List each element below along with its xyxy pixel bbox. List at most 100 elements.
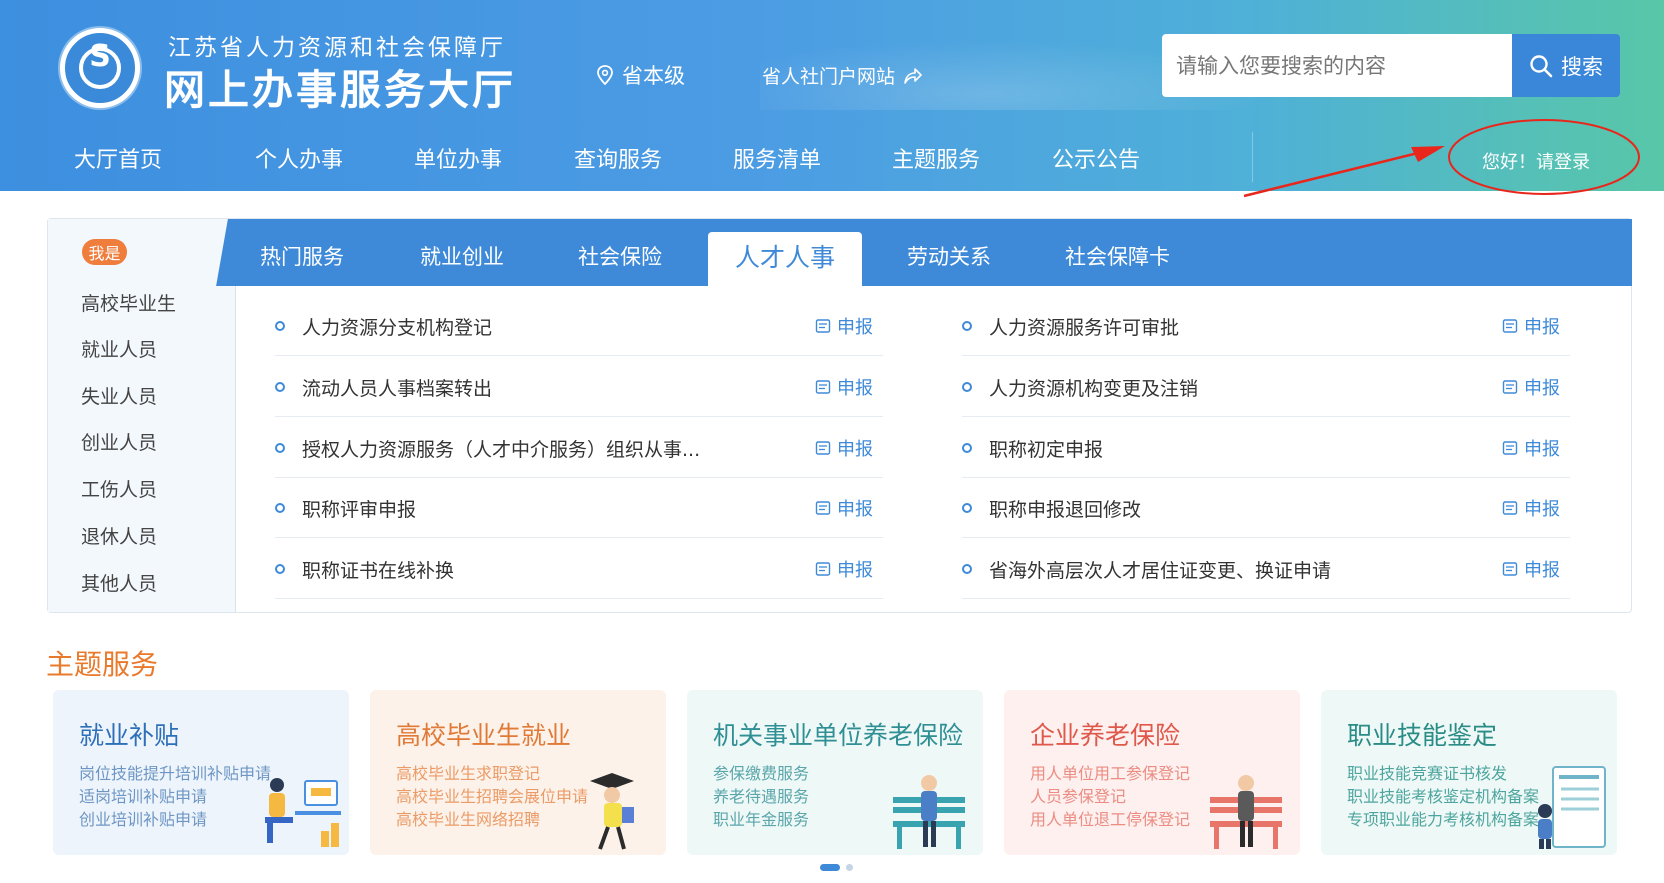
theme-card-institution-pension[interactable]: 机关事业单位养老保险 参保缴费服务 养老待遇服务 职业年金服务: [687, 690, 983, 855]
carousel-dot[interactable]: [846, 864, 853, 871]
elderly-bench-illustration-icon: [1210, 775, 1282, 849]
card-link[interactable]: 专项职业能力考核机构备案: [1347, 806, 1539, 830]
card-title: 企业养老保险: [1030, 721, 1181, 750]
card-link[interactable]: 创业培训补贴申请: [79, 806, 207, 830]
tab-hot-services[interactable]: 热门服务: [260, 241, 344, 271]
service-name[interactable]: 流动人员人事档案转出: [302, 374, 492, 401]
theme-card-employment-subsidy[interactable]: 就业补贴 岗位技能提升培训补贴申请 适岗培训补贴申请 创业培训补贴申请: [53, 690, 349, 855]
card-link[interactable]: 适岗培训补贴申请: [79, 783, 207, 807]
card-link[interactable]: 高校毕业生网络招聘: [396, 806, 540, 830]
card-link[interactable]: 养老待遇服务: [713, 783, 809, 807]
apply-button[interactable]: 申报: [815, 313, 873, 339]
service-name[interactable]: 职称初定申报: [989, 435, 1103, 462]
apply-label: 申报: [1524, 499, 1560, 520]
site-title[interactable]: 网上办事服务大厅: [164, 56, 516, 116]
apply-button[interactable]: 申报: [1502, 313, 1560, 339]
search-icon: [1530, 54, 1553, 77]
bullet-icon: [275, 382, 285, 392]
nav-item-query[interactable]: 查询服务: [574, 142, 662, 174]
persona-item-employed[interactable]: 就业人员: [81, 335, 157, 362]
service-name[interactable]: 职称评审申报: [302, 495, 416, 522]
apply-label: 申报: [837, 439, 873, 460]
theme-card-skill-appraisal[interactable]: 职业技能鉴定 职业技能竞赛证书核发 职业技能考核鉴定机构备案 专项职业能力考核机…: [1321, 690, 1617, 855]
bullet-icon: [962, 443, 972, 453]
desk-worker-illustration-icon: [265, 778, 341, 847]
graduate-illustration-icon: [590, 773, 634, 850]
nav-item-announcements[interactable]: 公示公告: [1052, 142, 1140, 174]
apply-button[interactable]: 申报: [1502, 374, 1560, 400]
search-button-label: 搜索: [1561, 54, 1603, 79]
bullet-icon: [275, 321, 285, 331]
card-link[interactable]: 用人单位退工停保登记: [1030, 806, 1190, 830]
form-icon: [1502, 441, 1518, 455]
card-link[interactable]: 职业年金服务: [713, 806, 809, 830]
nav-item-organization[interactable]: 单位办事: [414, 142, 502, 174]
apply-button[interactable]: 申报: [1502, 495, 1560, 521]
form-icon: [1502, 319, 1518, 333]
apply-button[interactable]: 申报: [815, 435, 873, 461]
persona-item-graduate[interactable]: 高校毕业生: [81, 289, 176, 316]
tab-labor-relations[interactable]: 劳动关系: [907, 241, 991, 271]
persona-item-retired[interactable]: 退休人员: [81, 522, 157, 549]
service-name[interactable]: 省海外高层次人才居住证变更、换证申请: [989, 556, 1331, 583]
card-link[interactable]: 参保缴费服务: [713, 760, 809, 784]
nav-item-theme[interactable]: 主题服务: [892, 142, 980, 174]
apply-button[interactable]: 申报: [1502, 556, 1560, 582]
tab-talent-personnel[interactable]: 人才人事: [708, 232, 862, 286]
theme-card-enterprise-pension[interactable]: 企业养老保险 用人单位用工参保登记 人员参保登记 用人单位退工停保登记: [1004, 690, 1300, 855]
service-name[interactable]: 人力资源分支机构登记: [302, 313, 492, 340]
theme-card-graduate-employment[interactable]: 高校毕业生就业 高校毕业生求职登记 高校毕业生招聘会展位申请 高校毕业生网络招聘: [370, 690, 666, 855]
persona-item-injured[interactable]: 工伤人员: [81, 475, 157, 502]
apply-label: 申报: [837, 317, 873, 338]
service-name[interactable]: 人力资源服务许可审批: [989, 313, 1179, 340]
search-button[interactable]: 搜索: [1512, 34, 1620, 97]
form-icon: [1502, 501, 1518, 515]
apply-button[interactable]: 申报: [815, 495, 873, 521]
nav-item-service-list[interactable]: 服务清单: [733, 142, 821, 174]
location-pin-icon: [597, 65, 613, 85]
nav-item-home[interactable]: 大厅首页: [74, 142, 162, 174]
apply-button[interactable]: 申报: [1502, 435, 1560, 461]
list-item: 职称初定申报 申报: [962, 418, 1570, 478]
list-item: 职称证书在线补换 申报: [275, 539, 883, 599]
card-link[interactable]: 人员参保登记: [1030, 783, 1126, 807]
region-label: 省本级: [622, 64, 685, 88]
tab-social-security-card[interactable]: 社会保障卡: [1065, 241, 1170, 271]
tab-social-insurance[interactable]: 社会保险: [578, 241, 662, 271]
search-input[interactable]: [1162, 34, 1513, 97]
region-selector[interactable]: 省本级: [596, 60, 685, 90]
service-name[interactable]: 职称证书在线补换: [302, 556, 454, 583]
login-link[interactable]: 您好！请登录: [1482, 148, 1590, 174]
service-name[interactable]: 人力资源机构变更及注销: [989, 374, 1198, 401]
portal-link[interactable]: 省人社门户网站: [762, 62, 923, 89]
form-icon: [815, 319, 831, 333]
card-title: 就业补贴: [79, 721, 180, 750]
carousel-dot-active[interactable]: [820, 864, 840, 871]
card-title: 职业技能鉴定: [1347, 721, 1498, 750]
card-link[interactable]: 用人单位用工参保登记: [1030, 760, 1190, 784]
card-link[interactable]: 高校毕业生招聘会展位申请: [396, 783, 588, 807]
apply-button[interactable]: 申报: [815, 374, 873, 400]
card-link[interactable]: 职业技能考核鉴定机构备案: [1347, 783, 1539, 807]
persona-sidebar: 我是 高校毕业生 就业人员 失业人员 创业人员 工伤人员 退休人员 其他人员: [48, 219, 236, 612]
card-link[interactable]: 岗位技能提升培训补贴申请: [79, 760, 271, 784]
service-name[interactable]: 授权人力资源服务（人才中介服务）组织从事...: [302, 435, 700, 462]
persona-item-unemployed[interactable]: 失业人员: [81, 382, 157, 409]
bullet-icon: [962, 503, 972, 513]
list-item: 流动人员人事档案转出 申报: [275, 357, 883, 417]
card-link[interactable]: 职业技能竞赛证书核发: [1347, 760, 1507, 784]
form-icon: [815, 501, 831, 515]
logo-emblem-icon[interactable]: S: [60, 28, 140, 108]
list-item: 省海外高层次人才居住证变更、换证申请 申报: [962, 539, 1570, 599]
certificate-document-illustration-icon: [1538, 766, 1606, 849]
service-name[interactable]: 职称申报退回修改: [989, 495, 1141, 522]
portal-link-label: 省人社门户网站: [762, 66, 896, 88]
card-link[interactable]: 高校毕业生求职登记: [396, 760, 540, 784]
tab-employment[interactable]: 就业创业: [420, 241, 504, 271]
persona-item-entrepreneur[interactable]: 创业人员: [81, 428, 157, 455]
form-icon: [1502, 380, 1518, 394]
nav-item-personal[interactable]: 个人办事: [255, 142, 343, 174]
share-arrow-icon: [904, 67, 922, 84]
persona-item-other[interactable]: 其他人员: [81, 569, 157, 596]
apply-button[interactable]: 申报: [815, 556, 873, 582]
